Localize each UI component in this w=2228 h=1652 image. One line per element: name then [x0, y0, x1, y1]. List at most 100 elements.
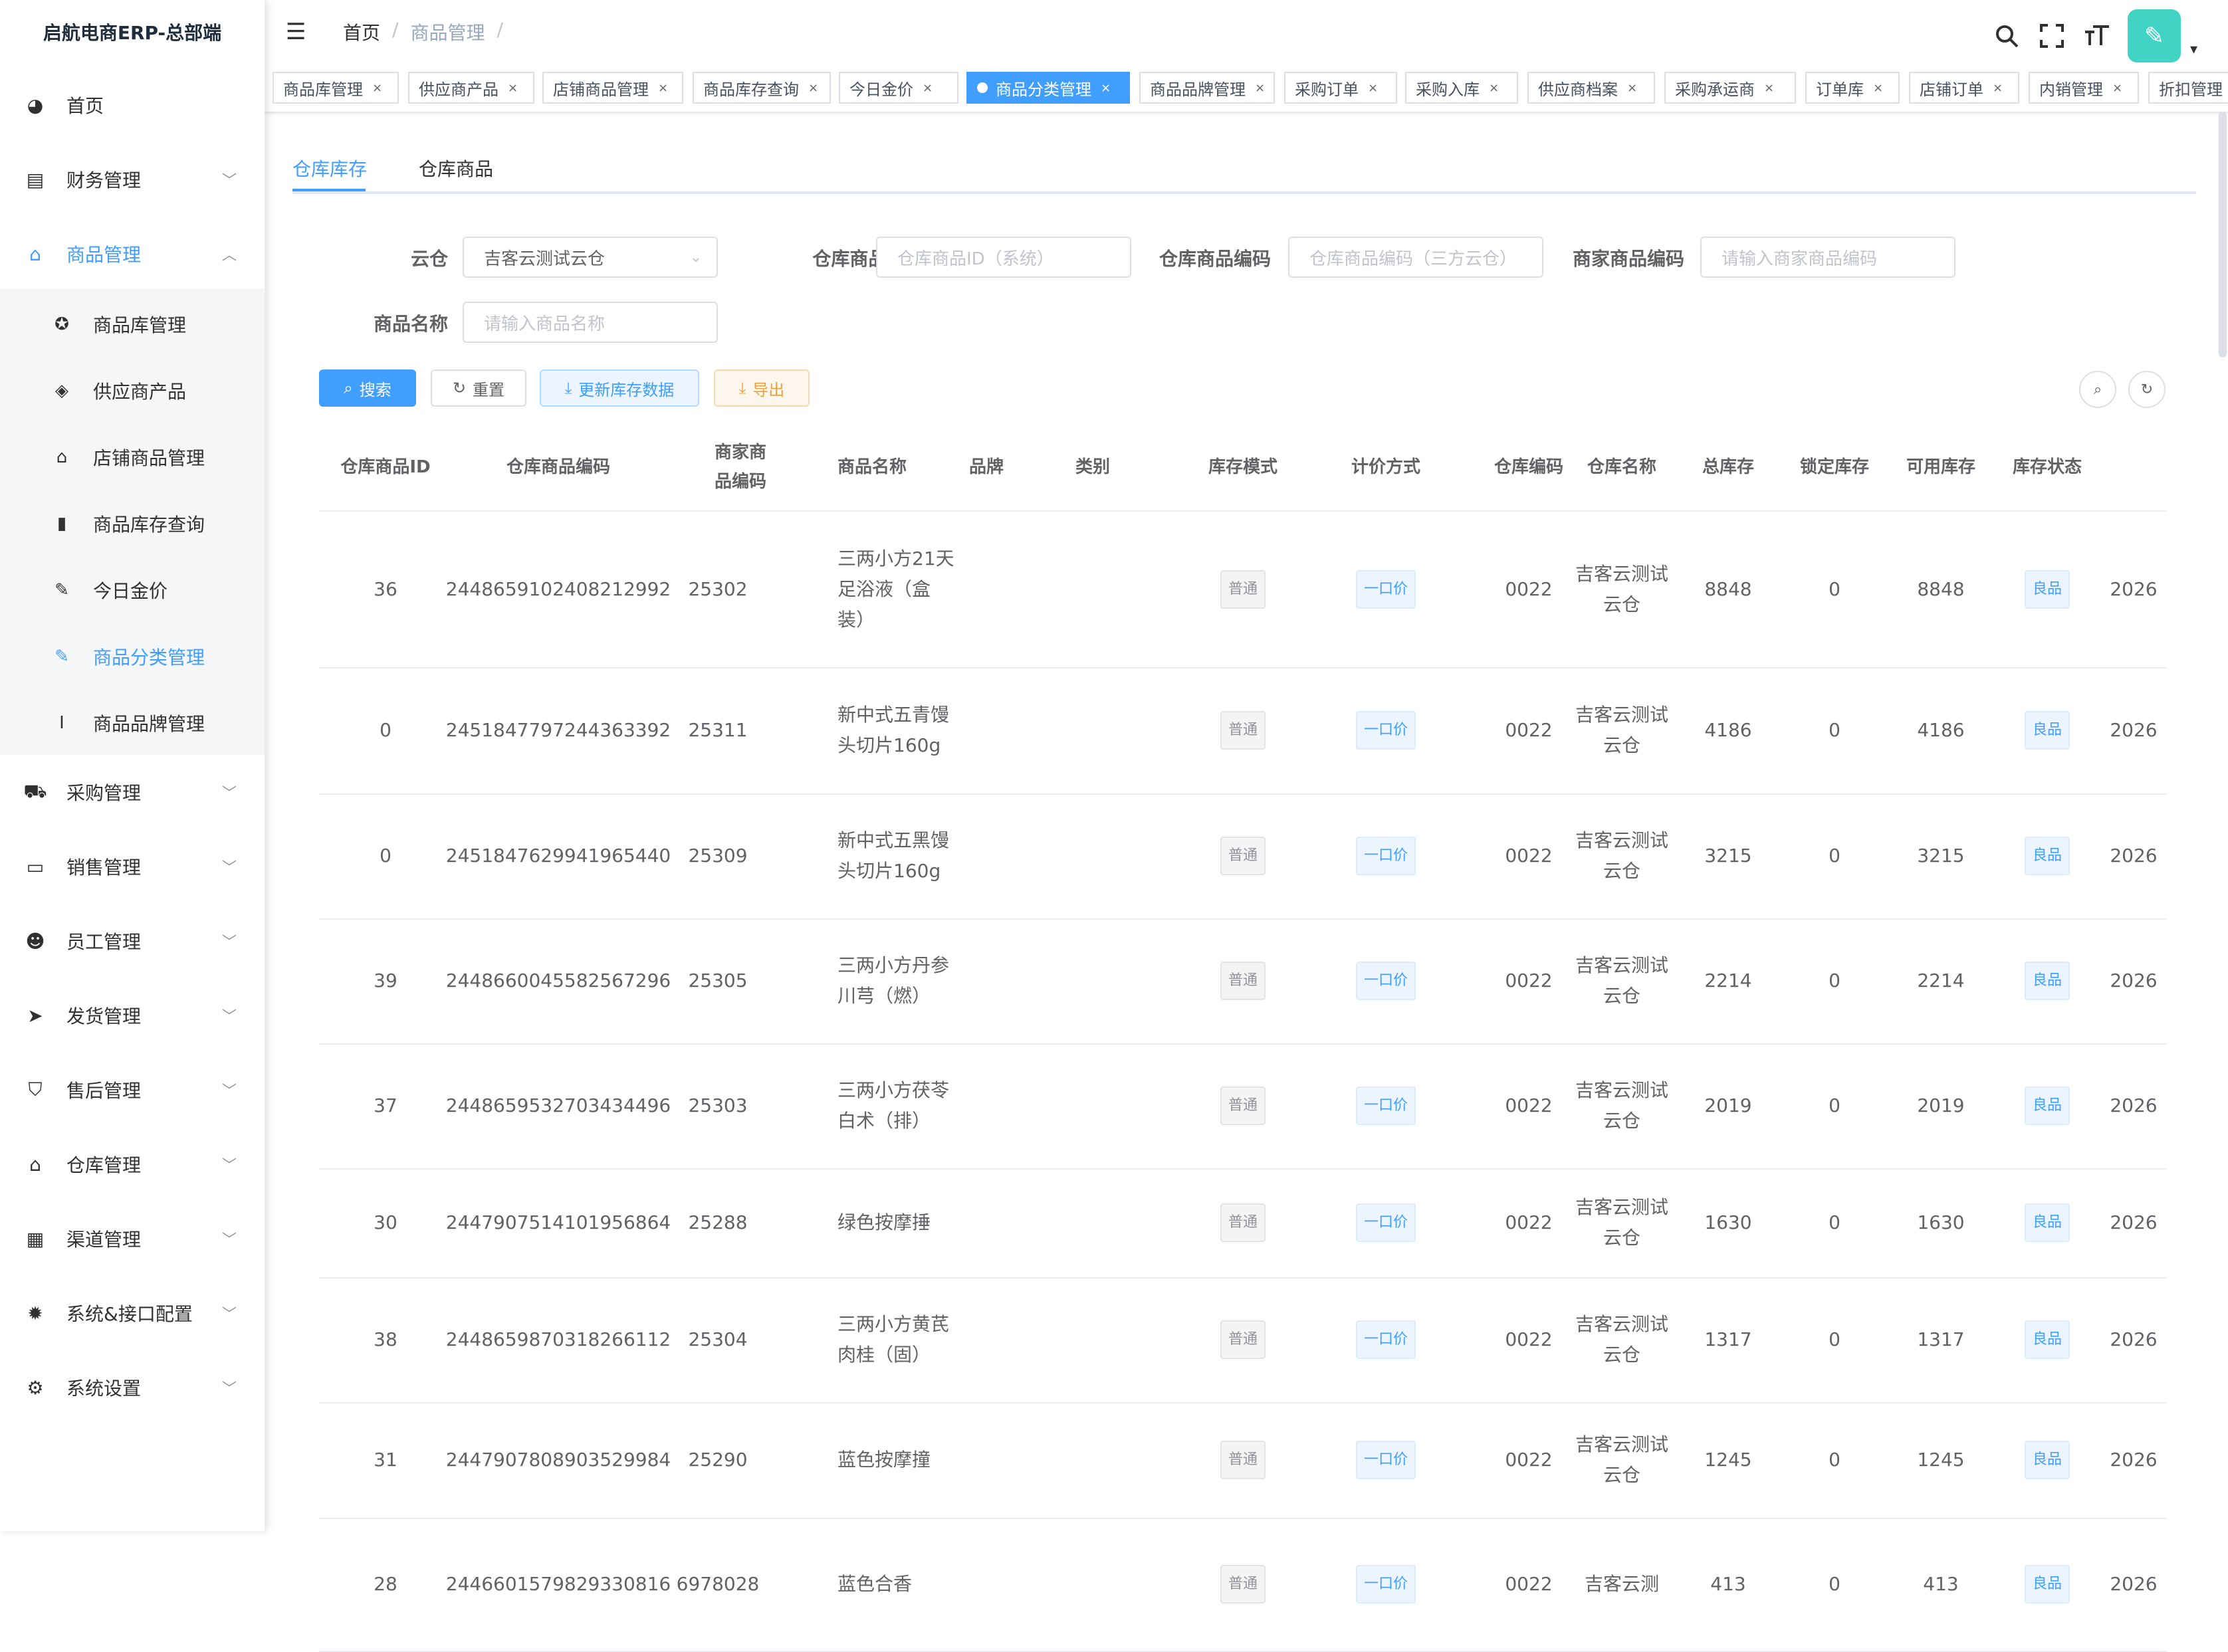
table-cell-code: 2448659532703434496 [446, 1043, 671, 1168]
close-icon[interactable]: × [658, 81, 668, 95]
hamburger-icon[interactable]: ☰ [286, 20, 310, 44]
tag-view-item[interactable]: 商品品牌管理 × [1139, 72, 1275, 104]
submenu-item-gold-price[interactable]: ✎ 今日金价 [0, 557, 265, 623]
close-icon[interactable]: × [1764, 81, 1774, 95]
tag-view-item[interactable]: 采购承运商 × [1664, 72, 1796, 104]
tag-view-item[interactable]: 今日金价 × [839, 72, 958, 104]
sidebar-item-goods[interactable]: ⌂ 商品管理 ︿ [0, 217, 265, 291]
sidebar-item-warehouse[interactable]: ⌂ 仓库管理 ﹀ [0, 1127, 265, 1201]
tag-view-item[interactable]: 内销管理 × [2029, 72, 2139, 104]
toggle-search-button[interactable]: ⌕ [2079, 371, 2116, 408]
close-icon[interactable]: × [923, 81, 933, 95]
column-header[interactable]: 仓库商品ID [319, 424, 452, 510]
table-row[interactable]: 28 2446601579829330816 6978028 蓝色合香 普通 一口价 002… [319, 1518, 2167, 1652]
system-api-icon: ✹ [27, 1302, 43, 1324]
tag-view-item[interactable]: 店铺商品管理 × [542, 72, 683, 104]
close-icon[interactable]: × [1101, 81, 1111, 95]
tag-view-item[interactable]: 折扣管理 [2148, 72, 2228, 104]
close-icon[interactable]: × [808, 81, 818, 95]
refresh-button[interactable]: ↻ [2128, 371, 2166, 408]
close-icon[interactable]: × [1873, 81, 1883, 95]
cell-text: 0022 [1505, 1211, 1553, 1233]
sidebar-item-send[interactable]: ➤ 发货管理 ﹀ [0, 978, 265, 1053]
table-cell-date: 2026 [2100, 1168, 2167, 1277]
close-icon[interactable]: × [1368, 81, 1378, 95]
tab-warehouse-stock[interactable]: 仓库库存 [292, 145, 367, 191]
sidebar-item-system-api[interactable]: ✹ 系统&接口配置 ﹀ [0, 1276, 265, 1350]
update-stock-button[interactable]: ⤓ 更新库存数据 [540, 369, 699, 407]
close-icon[interactable]: × [1489, 81, 1499, 95]
submenu-item-library[interactable]: ✪ 商品库管理 [0, 291, 265, 358]
close-icon[interactable]: × [1627, 81, 1637, 95]
main-content: 仓库库存 仓库商品 云仓 吉客云测试云仓 ⌄ 仓库商品ID 仓库商品ID（系统）… [265, 112, 2228, 1652]
table-cell-date: 2026 [2100, 512, 2167, 667]
table-cell-locked: 0 [1781, 667, 1888, 793]
reset-button[interactable]: ↻ 重置 [431, 369, 526, 407]
tag-view-item[interactable]: 采购入库 × [1405, 72, 1518, 104]
table-row[interactable]: 0 2451847629941965440 25309 新中式五黑馒头切片160g 普通… [319, 793, 2167, 920]
column-header[interactable]: 可用库存 [1888, 424, 1994, 510]
chevron-down-icon: ⌄ [689, 249, 702, 266]
sidebar-item-cart[interactable]: ⛟ 采购管理 ﹀ [0, 755, 265, 829]
sidebar-item-label: 渠道管理 [66, 1229, 142, 1251]
close-icon[interactable]: × [508, 81, 518, 95]
column-header[interactable]: 品牌 [969, 424, 1049, 510]
tag-view-item[interactable]: 商品库存查询 × [693, 72, 831, 104]
tag-view-item[interactable]: 供应商档案 × [1527, 72, 1655, 104]
merchant-goods-code-input[interactable]: 请输入商家商品编码 [1700, 237, 1955, 278]
sidebar-item-sales[interactable]: ▭ 销售管理 ﹀ [0, 829, 265, 904]
warehouse-goods-code-input[interactable]: 仓库商品编码（三方云仓） [1288, 237, 1543, 278]
sidebar-item-settings[interactable]: ⚙ 系统设置 ﹀ [0, 1350, 265, 1425]
fullscreen-icon[interactable] [2037, 21, 2066, 51]
column-header[interactable]: 库存模式 [1176, 424, 1309, 510]
tab-warehouse-goods[interactable]: 仓库商品 [419, 145, 493, 191]
tag-view-item[interactable]: 订单库 × [1805, 72, 1900, 104]
close-icon[interactable]: × [2112, 81, 2122, 95]
tag-view-item[interactable]: 供应商产品 × [408, 72, 534, 104]
tag-view-item[interactable]: 商品库管理 × [273, 72, 399, 104]
search-icon[interactable] [1992, 21, 2021, 51]
column-header[interactable]: 商品名称 [837, 424, 917, 510]
submenu-item-shop[interactable]: ⌂ 店铺商品管理 [0, 424, 265, 490]
submenu-item-edit[interactable]: ✎ 商品分类管理 [0, 623, 265, 690]
table-row[interactable]: 0 2451847797244363392 25311 新中式五青馒头切片160g 普通… [319, 667, 2167, 795]
submenu-item-supplier[interactable]: ◈ 供应商产品 [0, 358, 265, 424]
column-header[interactable]: 总库存 [1675, 424, 1781, 510]
close-icon[interactable]: × [1993, 81, 2003, 95]
submenu-item-bar-chart[interactable]: ▮ 商品库存查询 [0, 490, 265, 557]
tag-view-item[interactable]: 店铺订单 × [1909, 72, 2019, 104]
column-header[interactable]: 仓库名称 [1569, 424, 1675, 510]
table-row[interactable]: 37 2448659532703434496 25303 三两小方茯苓白术（排） 普通 一… [319, 1043, 2167, 1170]
goods-name-input[interactable]: 请输入商品名称 [463, 302, 718, 343]
sidebar-item-dashboard[interactable]: ◕ 首页 [0, 68, 265, 142]
table-row[interactable]: 36 2448659102408212992 25302 三两小方21天足浴液（盒装）… [319, 512, 2167, 669]
table-row[interactable]: 30 2447907514101956864 25288 绿色按摩捶 普通 一口价 0022… [319, 1168, 2167, 1279]
breadcrumb-home[interactable]: 首页 [343, 19, 380, 45]
warehouse-goods-id-input[interactable]: 仓库商品ID（系统） [876, 237, 1131, 278]
export-button[interactable]: ⤓ 导出 [714, 369, 810, 407]
column-header[interactable]: 计价方式 [1309, 424, 1462, 510]
sidebar-item-aftersale[interactable]: ⛉ 售后管理 ﹀ [0, 1053, 265, 1127]
column-header[interactable]: 商家商品编码 [714, 424, 767, 510]
cloud-warehouse-select[interactable]: 吉客云测试云仓 ⌄ [463, 237, 718, 278]
table-row[interactable]: 38 2448659870318266112 25304 三两小方黄芪肉桂（固） 普通 一… [319, 1277, 2167, 1403]
column-header[interactable]: 类别 [1075, 424, 1155, 510]
tag-view-item[interactable]: 采购订单 × [1284, 72, 1397, 104]
column-header[interactable]: 仓库商品编码 [452, 424, 665, 510]
sidebar-item-channel[interactable]: ▦ 渠道管理 ﹀ [0, 1201, 265, 1276]
sidebar-item-finance[interactable]: ▤ 财务管理 ﹀ [0, 142, 265, 217]
column-header[interactable]: 库存状态 [1994, 424, 2100, 510]
table-row[interactable]: 39 2448660045582567296 25305 三两小方丹参川芎（燃） 普通 一… [319, 918, 2167, 1045]
user-avatar[interactable]: ✎ [2127, 9, 2181, 62]
column-header[interactable]: 锁定库存 [1781, 424, 1888, 510]
close-icon[interactable]: × [372, 81, 382, 95]
sidebar-item-staff[interactable]: ☻ 员工管理 ﹀ [0, 904, 265, 978]
font-size-icon[interactable] [2082, 21, 2112, 51]
page-scrollbar[interactable] [2219, 112, 2227, 358]
chevron-down-icon[interactable]: ▾ [2190, 41, 2197, 58]
close-icon[interactable]: × [1255, 81, 1265, 95]
tag-view-item[interactable]: 商品分类管理 × [966, 72, 1130, 104]
search-button[interactable]: ⌕ 搜索 [319, 369, 416, 407]
submenu-item-brand[interactable]: Ⅰ 商品品牌管理 [0, 690, 265, 756]
table-row[interactable]: 31 2447907808903529984 25290 蓝色按摩撞 普通 一口价 0022… [319, 1402, 2167, 1519]
